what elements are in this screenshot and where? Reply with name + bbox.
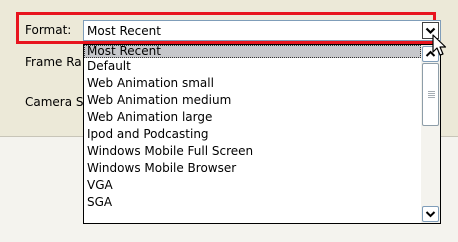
- dropdown-option-windows-mobile-full-screen[interactable]: Windows Mobile Full Screen: [84, 143, 421, 160]
- mouse-pointer-icon: [432, 34, 450, 60]
- scrollbar-thumb[interactable]: [422, 63, 439, 126]
- scrollbar-grip-line: [428, 95, 435, 96]
- dropdown-options: Most Recent Default Web Animation small …: [84, 45, 421, 223]
- scrollbar-grip-line: [428, 97, 435, 98]
- format-combobox-value: Most Recent: [87, 24, 161, 38]
- dropdown-scrollbar[interactable]: [421, 45, 440, 223]
- format-dropdown-list[interactable]: Most Recent Default Web Animation small …: [83, 44, 441, 224]
- dropdown-option-most-recent[interactable]: Most Recent: [84, 45, 421, 58]
- scroll-down-button[interactable]: [422, 206, 439, 222]
- dropdown-option-vga[interactable]: VGA: [84, 177, 421, 194]
- chevron-down-icon: [423, 207, 438, 221]
- scrollbar-grip-line: [428, 91, 435, 92]
- format-combobox[interactable]: Most Recent: [83, 20, 441, 41]
- dropdown-option-default[interactable]: Default: [84, 58, 421, 75]
- dropdown-option-sga[interactable]: SGA: [84, 194, 421, 211]
- dropdown-option-ipod-and-podcasting[interactable]: Ipod and Podcasting: [84, 126, 421, 143]
- camera-label: Camera S: [25, 95, 84, 109]
- dropdown-option-web-animation-medium[interactable]: Web Animation medium: [84, 92, 421, 109]
- scrollbar-grip-line: [428, 93, 435, 94]
- frame-rate-label: Frame Ra: [25, 55, 82, 69]
- dropdown-option-web-animation-small[interactable]: Web Animation small: [84, 75, 421, 92]
- dropdown-option-web-animation-large[interactable]: Web Animation large: [84, 109, 421, 126]
- dropdown-option-windows-mobile-browser[interactable]: Windows Mobile Browser: [84, 160, 421, 177]
